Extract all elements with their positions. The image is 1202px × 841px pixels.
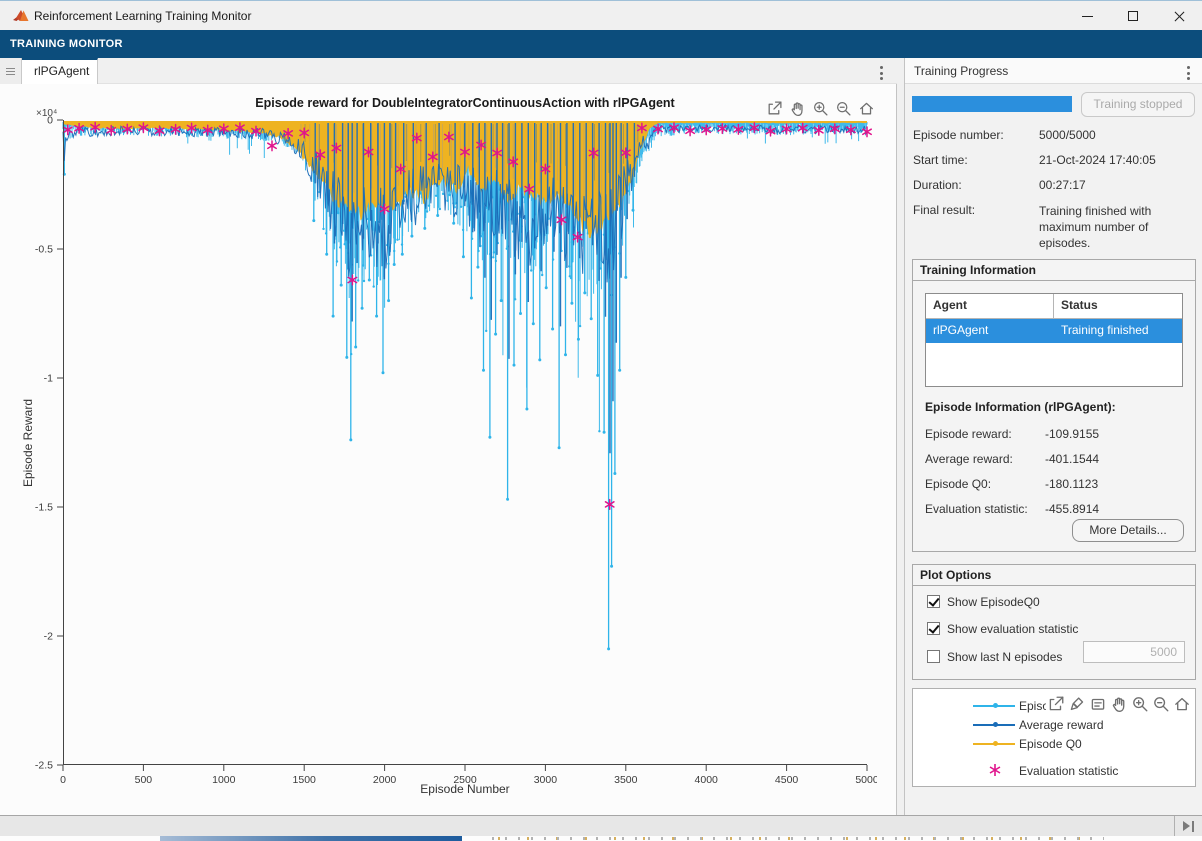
final-result-value: Training finished with maximum number of… [1039, 203, 1195, 251]
panel-header: Training Progress [905, 58, 1202, 84]
x-axis-label: Episode Number [63, 782, 867, 796]
status-column-header: Status [1054, 294, 1182, 318]
episode-number-label: Episode number: [913, 128, 1004, 142]
episode-number-value: 5000/5000 [1039, 128, 1195, 142]
figure-pane: Episode reward for DoubleIntegratorConti… [0, 84, 897, 815]
training-information-box: Training Information Agent Status rlPGAg… [912, 259, 1196, 552]
show-last-n-episodes-label: Show last N episodes [947, 650, 1062, 664]
episode-reward-value: -109.9155 [1045, 427, 1099, 441]
evaluation-statistic-value: -455.8914 [1045, 502, 1099, 516]
window-title: Reinforcement Learning Training Monitor [34, 9, 251, 23]
svg-text:0: 0 [47, 115, 53, 127]
more-details-button[interactable]: More Details... [1072, 519, 1184, 542]
legend-label-episode-q0: Episode Q0 [1019, 737, 1082, 751]
tab-drag-grip[interactable] [0, 58, 22, 84]
panel-title: Training Progress [914, 64, 1008, 78]
training-progress-panel: Training Progress Training stopped Episo… [904, 58, 1202, 815]
datatip-icon[interactable] [1088, 694, 1108, 714]
panel-menu-icon[interactable] [1187, 66, 1190, 80]
maximize-icon [1128, 11, 1138, 21]
tab-rlpgagent[interactable]: rlPGAgent [22, 58, 98, 84]
bottom-scrollbar[interactable] [0, 815, 1202, 836]
chart-legend: Episode reward Average reward Episode Q0… [912, 688, 1196, 787]
training-information-title: Training Information [913, 260, 1195, 281]
export-plot-icon[interactable] [1046, 694, 1066, 714]
agent-column-header: Agent [926, 294, 1054, 318]
episode-q0-label: Episode Q0: [925, 477, 991, 491]
plot-options-title: Plot Options [913, 565, 1195, 586]
app-window: Reinforcement Learning Training Monitor … [0, 0, 1202, 841]
table-header-row: Agent Status [926, 294, 1182, 319]
episode-q0-dot-swatch [993, 741, 998, 746]
next-figure-preview-strip [0, 836, 1202, 841]
duration-value: 00:27:17 [1039, 178, 1195, 192]
episode-reward-label: Episode reward: [925, 427, 1012, 441]
agent-status-table: Agent Status rlPGAgent Training finished [925, 293, 1183, 387]
grip-icon [6, 68, 15, 75]
zoom-in-icon[interactable] [1130, 694, 1150, 714]
home-icon[interactable] [1172, 694, 1192, 714]
y-axis-label: Episode Reward [21, 399, 35, 487]
episode-q0-value: -180.1123 [1045, 477, 1098, 491]
scrollbar-divider [1174, 816, 1175, 837]
brush-icon[interactable] [1067, 694, 1087, 714]
final-result-label: Final result: [913, 203, 975, 217]
next-figure-blue-bar [160, 836, 462, 841]
matlab-logo-icon [12, 7, 30, 25]
evaluation-statistic-marker-swatch [987, 762, 1003, 778]
close-icon [1173, 10, 1186, 23]
plot-option-checkbox-1[interactable] [927, 622, 940, 635]
legend-label-evaluation-statistic: Evaluation statistic [1019, 764, 1118, 778]
legend-item-episode-q0[interactable]: Episode Q0 [913, 735, 1195, 753]
pan-hand-icon[interactable] [1109, 694, 1129, 714]
minimize-icon [1082, 16, 1093, 17]
legend-label-average-reward: Average reward [1019, 718, 1104, 732]
episode-reward-dot-swatch [993, 703, 998, 708]
duration-label: Duration: [913, 178, 962, 192]
training-stopped-button[interactable]: Training stopped [1081, 92, 1195, 117]
start-time-label: Start time: [913, 153, 968, 167]
step-forward-icon[interactable] [1183, 821, 1197, 832]
ribbon: TRAINING MONITOR [0, 30, 1202, 58]
svg-text:-1.5: -1.5 [35, 502, 53, 514]
average-reward-label: Average reward: [925, 452, 1013, 466]
average-reward-dot-swatch [993, 722, 998, 727]
plot-options-box: Plot Options Show EpisodeQ0 Show evaluat… [912, 564, 1196, 680]
legend-hover-toolbar [1046, 694, 1192, 716]
document-tabstrip: rlPGAgent [0, 58, 897, 84]
next-figure-dashes [492, 837, 1104, 840]
training-progress-bar [912, 96, 1072, 112]
ribbon-tab-training-monitor[interactable]: TRAINING MONITOR [10, 30, 123, 58]
svg-text:-2.5: -2.5 [35, 760, 53, 772]
start-time-value: 21-Oct-2024 17:40:05 [1039, 153, 1195, 167]
titlebar: Reinforcement Learning Training Monitor [0, 0, 1202, 30]
average-reward-value: -401.1544 [1045, 452, 1099, 466]
svg-text:-1: -1 [44, 373, 53, 385]
status-cell: Training finished [1054, 319, 1182, 343]
legend-item-evaluation-statistic[interactable]: Evaluation statistic [913, 762, 1195, 780]
zoom-out-icon[interactable] [1151, 694, 1171, 714]
window-controls [1064, 1, 1202, 31]
plot-option-checkbox-2[interactable] [927, 650, 940, 663]
reward-chart[interactable]: 0-0.5-1-1.5-2-2.505001000150020002500300… [28, 106, 877, 805]
svg-text:-2: -2 [44, 631, 53, 643]
table-row[interactable]: rlPGAgent Training finished [926, 319, 1182, 343]
svg-text:-0.5: -0.5 [35, 244, 53, 256]
agent-cell: rlPGAgent [926, 319, 1054, 343]
progress-fill [912, 96, 1072, 112]
episode-information-title: Episode Information (rlPGAgent): [925, 400, 1116, 414]
minimize-button[interactable] [1064, 1, 1110, 31]
last-n-episodes-input[interactable] [1083, 641, 1185, 663]
show-episodeq0-label: Show EpisodeQ0 [947, 595, 1040, 609]
show-evaluation-statistic-label: Show evaluation statistic [947, 622, 1078, 636]
plot-option-checkbox-0[interactable] [927, 595, 940, 608]
maximize-button[interactable] [1110, 1, 1156, 31]
legend-item-average-reward[interactable]: Average reward [913, 716, 1195, 734]
close-button[interactable] [1156, 1, 1202, 31]
tabstrip-menu-icon[interactable] [880, 66, 883, 80]
evaluation-statistic-label: Evaluation statistic: [925, 502, 1028, 516]
